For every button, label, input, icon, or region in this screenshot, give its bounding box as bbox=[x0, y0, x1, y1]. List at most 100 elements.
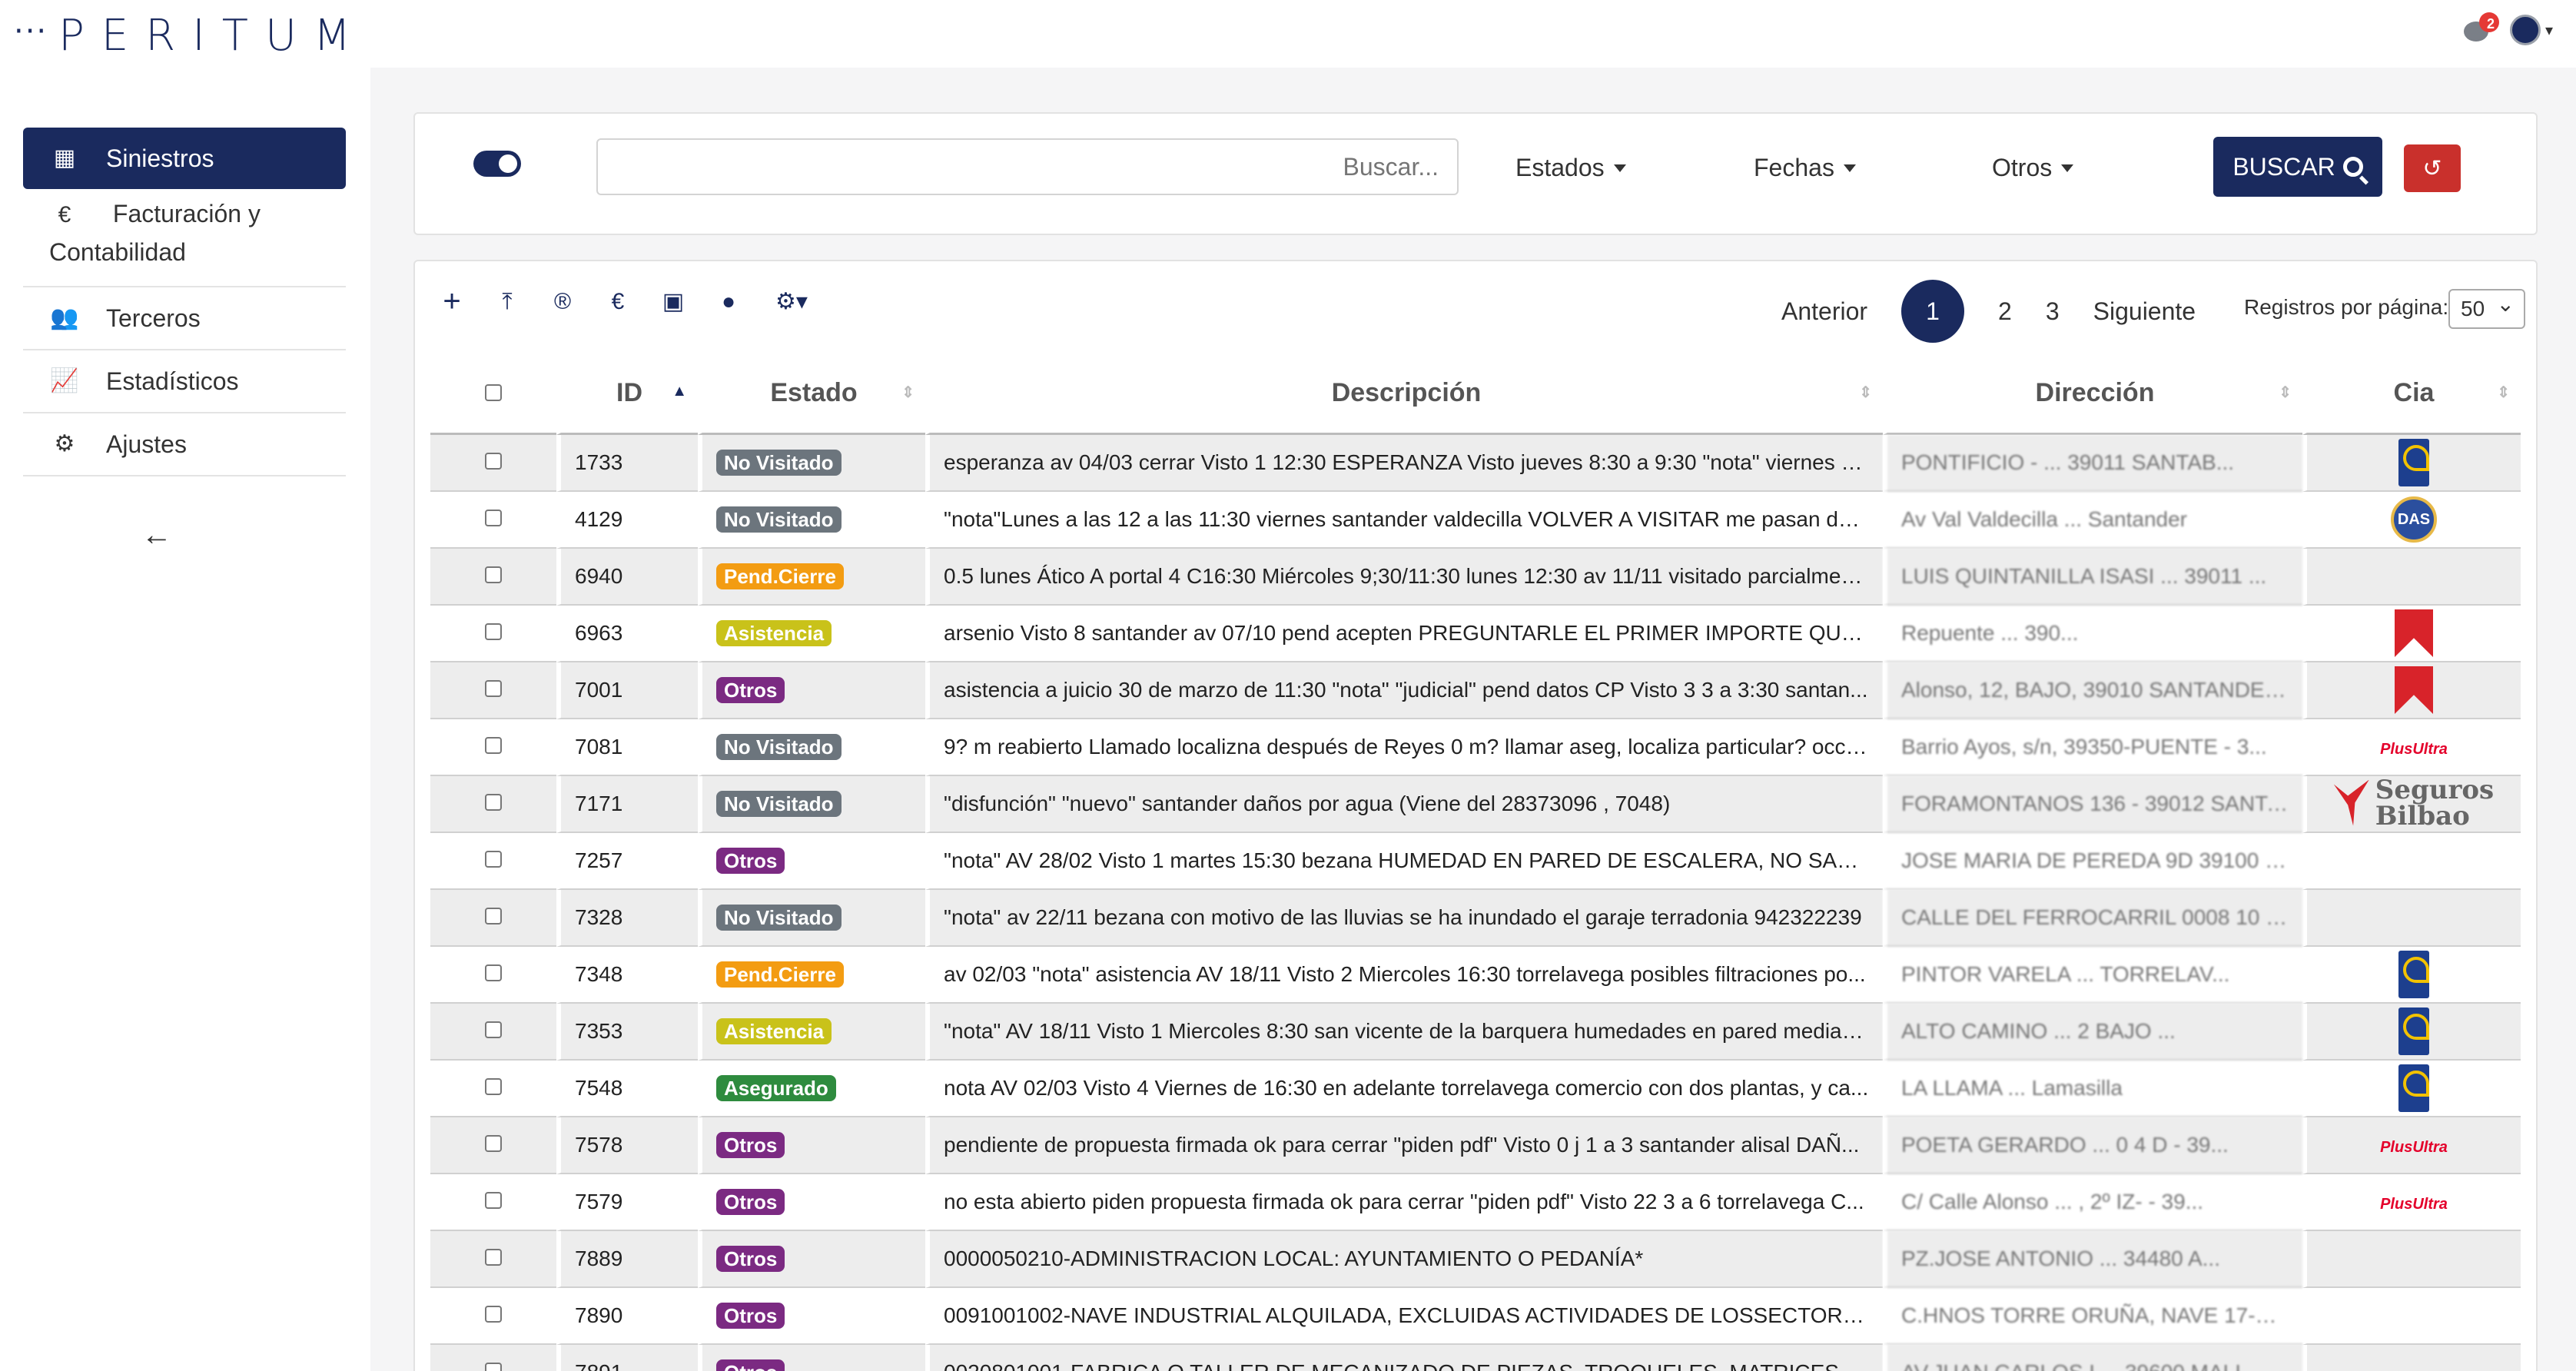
row-checkbox[interactable] bbox=[485, 510, 502, 526]
table-row[interactable]: 7889 Otros 0000050210-ADMINISTRACION LOCAL… bbox=[430, 1231, 2521, 1288]
pagination-next[interactable]: Siguiente bbox=[2093, 297, 2196, 326]
table-row[interactable]: 7081 No Visitado 9? m reabierto Llamado lo… bbox=[430, 719, 2521, 776]
page-1[interactable]: 1 bbox=[1901, 280, 1965, 343]
sidebar-item-terceros[interactable]: 👥 Terceros bbox=[23, 287, 346, 350]
users-icon: 👥 bbox=[50, 305, 79, 330]
cell-id: 7171 bbox=[556, 776, 698, 833]
row-checkbox[interactable] bbox=[485, 623, 502, 640]
buscar-label: BUSCAR bbox=[2232, 152, 2335, 181]
row-checkbox[interactable] bbox=[485, 1306, 502, 1323]
table-row[interactable]: 7578 Otros pendiente de propuesta firmada … bbox=[430, 1117, 2521, 1174]
table-row[interactable]: 7353 Asistencia "nota" AV 18/11 Visto 1 Mi… bbox=[430, 1004, 2521, 1061]
cell-id: 7257 bbox=[556, 833, 698, 890]
table-row[interactable]: 7548 Asegurado nota AV 02/03 Visto 4 Viern… bbox=[430, 1061, 2521, 1117]
sidebar-item-label: Ajustes bbox=[106, 430, 187, 458]
row-checkbox[interactable] bbox=[485, 794, 502, 811]
row-checkbox[interactable] bbox=[485, 1363, 502, 1371]
status-badge: Otros bbox=[716, 677, 785, 703]
excel-file-icon[interactable]: ▣ bbox=[658, 288, 689, 315]
cell-cia bbox=[2302, 890, 2521, 947]
otros-dropdown[interactable]: Otros bbox=[1992, 154, 2074, 182]
per-page-label: Registros por página: bbox=[2244, 295, 2449, 319]
upload-icon[interactable]: ⤒ bbox=[492, 289, 523, 315]
cell-cia: DAS bbox=[2302, 492, 2521, 549]
search-input[interactable] bbox=[596, 138, 1459, 195]
row-checkbox[interactable] bbox=[485, 1192, 502, 1209]
table-row[interactable]: 6963 Asistencia arsenio Visto 8 santander … bbox=[430, 606, 2521, 662]
row-checkbox[interactable] bbox=[485, 851, 502, 868]
app-logo[interactable]: ··· PERITUM bbox=[14, 11, 367, 61]
header-cia[interactable]: Cia ⇕ bbox=[2302, 354, 2521, 435]
table-row[interactable]: 7891 Otros 0020801001-FABRICA O TALLER DE … bbox=[430, 1345, 2521, 1371]
cell-descripcion: 0020801001-FABRICA O TALLER DE MECANIZAD… bbox=[925, 1345, 1883, 1371]
estados-dropdown[interactable]: Estados bbox=[1515, 154, 1626, 182]
chat-notifications-icon[interactable]: 2 bbox=[2462, 12, 2499, 46]
page-3[interactable]: 3 bbox=[2046, 297, 2060, 326]
row-checkbox[interactable] bbox=[485, 964, 502, 981]
row-checkbox[interactable] bbox=[485, 453, 502, 470]
gear-icon[interactable]: ⚙▾ bbox=[768, 288, 815, 315]
row-checkbox[interactable] bbox=[485, 1249, 502, 1266]
collapse-sidebar-arrow-icon[interactable]: ← bbox=[141, 518, 172, 553]
registered-icon[interactable]: ® bbox=[547, 289, 578, 315]
status-badge: Otros bbox=[716, 848, 785, 874]
add-icon[interactable]: + bbox=[437, 284, 467, 319]
buscar-button[interactable]: BUSCAR bbox=[2213, 137, 2382, 197]
table-row[interactable]: 7348 Pend.Cierre av 02/03 "nota" asistenci… bbox=[430, 947, 2521, 1004]
table-row[interactable]: 7257 Otros "nota" AV 28/02 Visto 1 martes … bbox=[430, 833, 2521, 890]
row-checkbox[interactable] bbox=[485, 1078, 502, 1095]
header-estado[interactable]: Estado ⇕ bbox=[698, 354, 925, 435]
cell-id: 4129 bbox=[556, 492, 698, 549]
cell-direccion: LA LLAMA ... Lamasilla bbox=[1883, 1061, 2302, 1117]
row-checkbox[interactable] bbox=[485, 737, 502, 754]
row-select-cell bbox=[430, 1174, 556, 1231]
header-id[interactable]: ID ▲ bbox=[556, 354, 698, 435]
euro-icon[interactable]: € bbox=[603, 289, 633, 315]
cell-cia: Seguros Bilbao bbox=[2302, 776, 2521, 833]
page-2[interactable]: 2 bbox=[1998, 297, 2012, 326]
fechas-dropdown[interactable]: Fechas bbox=[1754, 154, 1856, 182]
cell-direccion: ALTO CAMINO ... 2 BAJO ... bbox=[1883, 1004, 2302, 1061]
table-panel: + ⤒ ® € ▣ ● ⚙▾ Anterior 1 2 3 Siguiente … bbox=[413, 260, 2538, 1371]
cell-descripcion: asistencia a juicio 30 de marzo de 11:30… bbox=[925, 662, 1883, 719]
reset-button[interactable]: ↺ bbox=[2404, 144, 2461, 192]
status-badge: Otros bbox=[716, 1246, 785, 1272]
table-row[interactable]: 7890 Otros 0091001002-NAVE INDUSTRIAL ALQU… bbox=[430, 1288, 2521, 1345]
euro-icon: € bbox=[58, 202, 71, 227]
sidebar-item-ajustes[interactable]: ⚙ Ajustes bbox=[23, 413, 346, 476]
table-row[interactable]: 4129 No Visitado "nota"Lunes a las 12 a la… bbox=[430, 492, 2521, 549]
header-descripcion[interactable]: Descripción ⇕ bbox=[925, 354, 1883, 435]
row-checkbox[interactable] bbox=[485, 1021, 502, 1038]
row-select-cell bbox=[430, 719, 556, 776]
cell-direccion: CALLE DEL FERROCARRIL 0008 10 - ... bbox=[1883, 890, 2302, 947]
filter-toggle[interactable] bbox=[473, 151, 521, 177]
status-badge: Otros bbox=[716, 1189, 785, 1215]
map-marker-icon[interactable]: ● bbox=[713, 289, 744, 315]
sidebar-item-facturacion[interactable]: € Facturación y Contabilidad bbox=[23, 189, 346, 287]
select-all-checkbox[interactable] bbox=[485, 384, 502, 401]
cell-id: 7328 bbox=[556, 890, 698, 947]
table-row[interactable]: 7001 Otros asistencia a juicio 30 de marzo… bbox=[430, 662, 2521, 719]
cell-descripcion: "disfunción" "nuevo" santander daños por… bbox=[925, 776, 1883, 833]
cell-id: 1733 bbox=[556, 435, 698, 492]
table-row[interactable]: 6940 Pend.Cierre 0.5 lunes Ático A portal … bbox=[430, 549, 2521, 606]
cell-estado: No Visitado bbox=[698, 890, 925, 947]
pagination-prev[interactable]: Anterior bbox=[1781, 297, 1867, 326]
table-row[interactable]: 7328 No Visitado "nota" av 22/11 bezana co… bbox=[430, 890, 2521, 947]
sidebar-item-estadisticos[interactable]: 📈 Estadísticos bbox=[23, 350, 346, 413]
table-row[interactable]: 1733 No Visitado esperanza av 04/03 cerrar… bbox=[430, 435, 2521, 492]
row-checkbox[interactable] bbox=[485, 908, 502, 925]
row-checkbox[interactable] bbox=[485, 680, 502, 697]
user-menu[interactable]: ▾ bbox=[2509, 15, 2553, 45]
row-checkbox[interactable] bbox=[485, 1135, 502, 1152]
cell-id: 7001 bbox=[556, 662, 698, 719]
sidebar-item-label: Siniestros bbox=[106, 144, 214, 172]
header-direccion[interactable]: Dirección ⇕ bbox=[1883, 354, 2302, 435]
table-row[interactable]: 7579 Otros no esta abierto piden propuesta… bbox=[430, 1174, 2521, 1231]
per-page-select[interactable]: 50 bbox=[2448, 286, 2525, 329]
catalana-occidente-logo bbox=[2395, 609, 2433, 657]
table-row[interactable]: 7171 No Visitado "disfunción" "nuevo" sant… bbox=[430, 776, 2521, 833]
cell-estado: Otros bbox=[698, 1345, 925, 1371]
sidebar-item-siniestros[interactable]: ▦ Siniestros bbox=[23, 128, 346, 189]
row-checkbox[interactable] bbox=[485, 566, 502, 583]
